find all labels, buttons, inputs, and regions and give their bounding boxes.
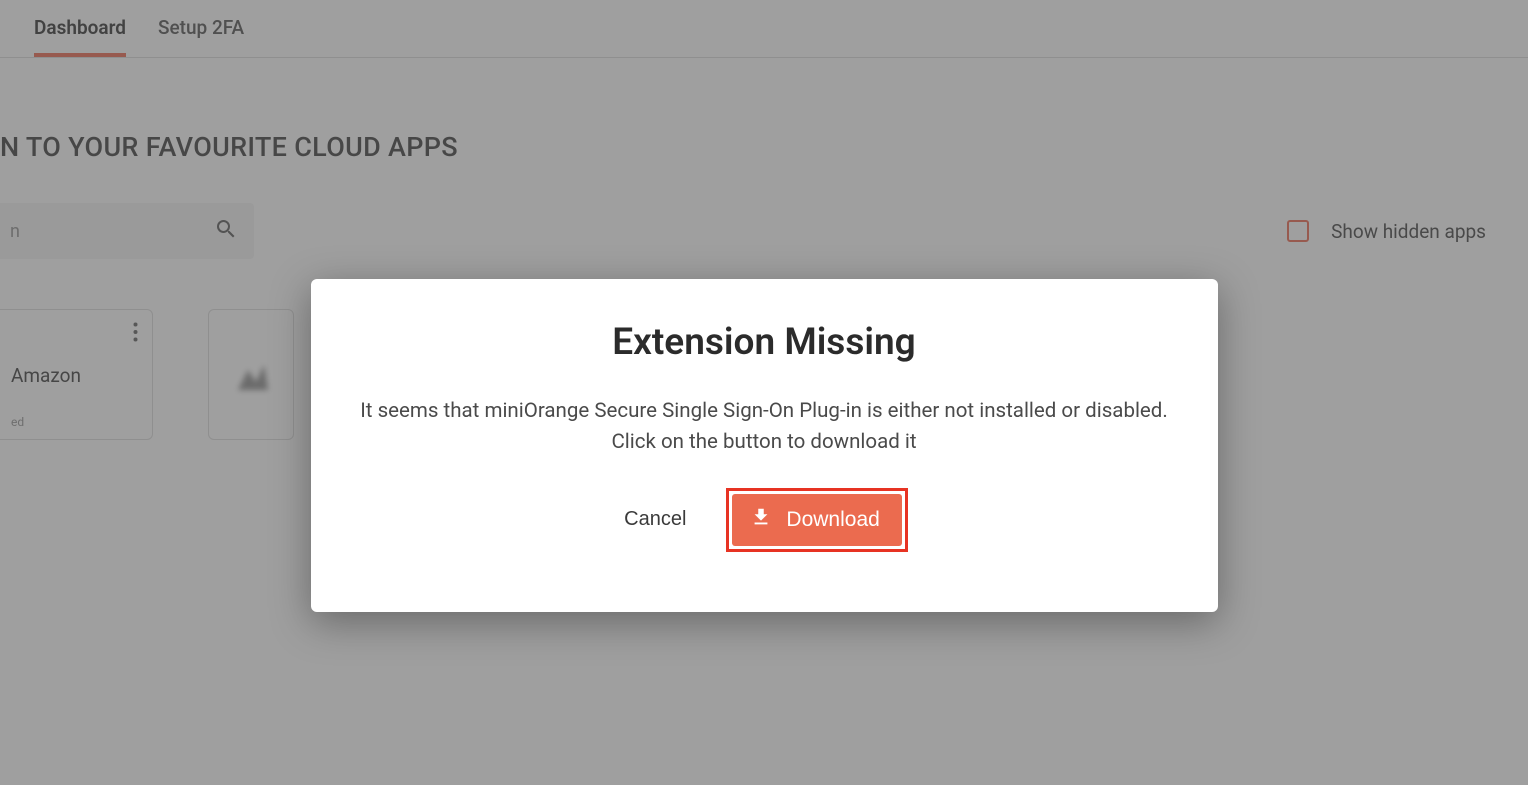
page-background: Dashboard Setup 2FA N TO YOUR FAVOURITE … — [0, 0, 1528, 785]
dialog-message: It seems that miniOrange Secure Single S… — [351, 396, 1178, 458]
cancel-button[interactable]: Cancel — [620, 498, 690, 541]
download-button-label: Download — [786, 508, 879, 532]
modal-overlay[interactable]: Extension Missing It seems that miniOran… — [0, 0, 1528, 785]
dialog-actions: Cancel Download — [351, 488, 1178, 552]
dialog-message-line2: Click on the button to download it — [611, 430, 916, 454]
dialog-message-line1: It seems that miniOrange Secure Single S… — [360, 399, 1168, 423]
download-icon — [750, 506, 772, 534]
download-button-highlight: Download — [726, 488, 907, 552]
download-button[interactable]: Download — [732, 494, 901, 546]
extension-missing-dialog: Extension Missing It seems that miniOran… — [311, 279, 1218, 612]
dialog-title: Extension Missing — [351, 321, 1178, 364]
